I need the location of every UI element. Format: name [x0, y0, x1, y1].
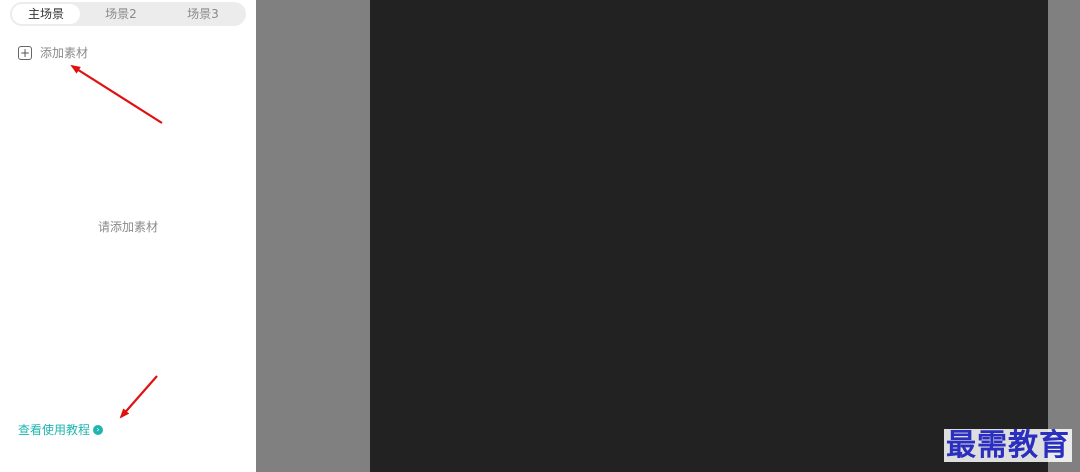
watermark-logo: 最需教育: [944, 428, 1072, 463]
tab-scene-2[interactable]: 场景2: [80, 4, 162, 24]
view-tutorial-link[interactable]: 查看使用教程 ›: [18, 421, 104, 438]
tab-main-scene[interactable]: 主场景: [12, 4, 80, 24]
tutorial-link-label: 查看使用教程: [18, 423, 91, 437]
plus-square-icon: +: [18, 45, 32, 60]
arrow-right-circle-icon: ›: [93, 424, 104, 435]
add-material-button[interactable]: + 添加素材: [18, 44, 88, 61]
scene-tab-bar: 主场景 场景2 场景3: [10, 2, 246, 26]
canvas-area: [256, 0, 1080, 472]
canvas-stage[interactable]: [370, 0, 1048, 472]
add-material-label: 添加素材: [40, 46, 89, 60]
tab-scene-3[interactable]: 场景3: [162, 4, 244, 24]
app-root: 主场景 场景2 场景3 + 添加素材 请添加素材 查看使用教程 › 最需教育: [0, 0, 1080, 472]
empty-material-hint: 请添加素材: [97, 220, 158, 234]
material-panel: 主场景 场景2 场景3 + 添加素材 请添加素材 查看使用教程 ›: [0, 0, 256, 472]
